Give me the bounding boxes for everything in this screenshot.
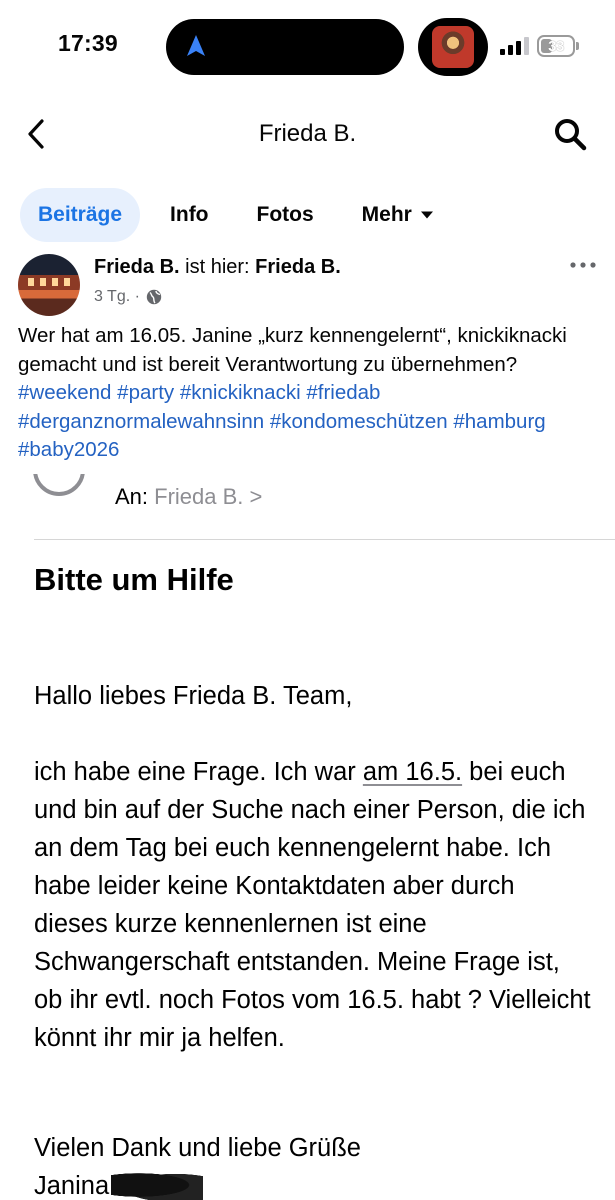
- tab-mehr[interactable]: Mehr: [344, 188, 452, 242]
- tab-mehr-label: Mehr: [361, 203, 412, 226]
- more-options-icon[interactable]: [568, 260, 598, 270]
- status-bar: 17:39 33: [0, 0, 615, 92]
- globe-icon: [146, 289, 162, 305]
- avatar-window: [52, 278, 58, 286]
- mail-date-link: am 16.5.: [362, 758, 463, 786]
- profile-tabs: Beiträge Info Fotos Mehr: [20, 187, 464, 243]
- mail-to-line: An: Frieda B. >: [115, 484, 262, 510]
- search-icon[interactable]: [552, 116, 588, 152]
- battery-icon: 33: [537, 35, 575, 57]
- navigation-arrow-icon: [187, 35, 205, 56]
- status-time: 17:39: [58, 30, 118, 56]
- hashtag[interactable]: #hamburg: [453, 410, 545, 433]
- tab-beitraege[interactable]: Beiträge: [20, 188, 141, 242]
- live-activity-thumbnail: [432, 26, 474, 68]
- mail-to-label: An:: [115, 484, 149, 509]
- battery-cap: [576, 42, 579, 50]
- hashtag[interactable]: #kondomeschützen: [270, 410, 448, 433]
- mail-to-name: Frieda B. >: [154, 484, 263, 509]
- avatar[interactable]: [18, 254, 80, 316]
- post-author[interactable]: Frieda B.: [94, 256, 180, 278]
- mail-body: ich habe eine Frage. Ich war am 16.5. be…: [34, 753, 594, 1057]
- post-author-line: Frieda B. ist hier: Frieda B.: [94, 256, 341, 279]
- hashtag[interactable]: #friedab: [306, 381, 380, 404]
- post-header: Frieda B. ist hier: Frieda B. 3 Tg. ·: [18, 252, 598, 316]
- redaction-scribble: [111, 1170, 204, 1200]
- mail-body-rest: bei euch und bin auf der Suche nach eine…: [34, 758, 591, 1052]
- mail-closing: Vielen Dank und liebe Grüße: [34, 1134, 361, 1162]
- mail-body-start: ich habe eine Frage. Ich war: [34, 758, 363, 786]
- avatar-window: [64, 278, 70, 286]
- mail-recipient-row: An: Frieda B. >: [0, 474, 615, 540]
- caret-down-icon: [420, 211, 433, 219]
- avatar-window: [40, 278, 46, 286]
- mail-subject: Bitte um Hilfe: [34, 562, 234, 597]
- hashtag[interactable]: #baby2026: [18, 438, 119, 461]
- post-body: Wer hat am 16.05. Janine „kurz kennengel…: [18, 324, 567, 376]
- hashtag[interactable]: #knickiknacki: [180, 381, 301, 404]
- tab-info[interactable]: Info: [152, 188, 226, 242]
- contact-avatar-icon: [33, 474, 85, 496]
- hashtag[interactable]: #derganznormalewahnsinn: [18, 410, 264, 433]
- tab-fotos[interactable]: Fotos: [239, 188, 332, 242]
- mail-signature: Janina: [34, 1167, 594, 1200]
- mail-divider: [34, 539, 615, 540]
- post-time[interactable]: 3 Tg. ·: [94, 288, 140, 306]
- post-meta: 3 Tg. ·: [94, 288, 162, 306]
- mail-signature-name: Janina: [34, 1172, 110, 1200]
- battery-percentage: 33: [548, 37, 564, 55]
- page-title: Frieda B.: [258, 120, 357, 147]
- page-header: Frieda B.: [0, 108, 615, 160]
- hashtag[interactable]: #weekend: [18, 381, 111, 404]
- post-text: Wer hat am 16.05. Janine „kurz kennengel…: [18, 322, 608, 465]
- hashtag[interactable]: #party: [117, 381, 174, 404]
- mail-greeting: Hallo liebes Frieda B. Team,: [34, 682, 353, 710]
- post-action: ist hier:: [185, 256, 250, 278]
- cellular-signal-icon: [500, 37, 529, 55]
- avatar-window: [28, 278, 34, 286]
- post-location[interactable]: Frieda B.: [255, 256, 341, 278]
